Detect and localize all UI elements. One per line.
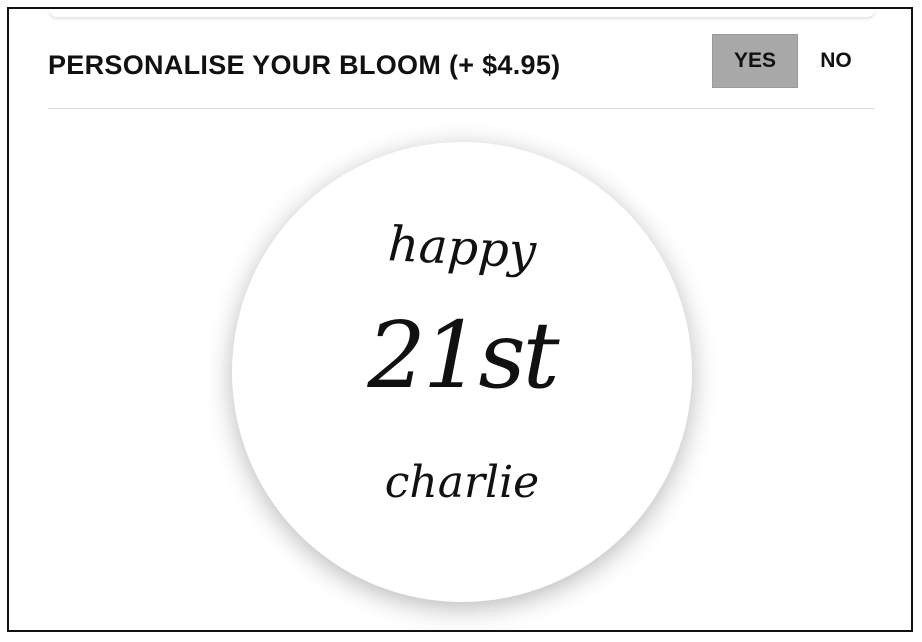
- message-line-2: 21st: [367, 302, 559, 409]
- yes-button[interactable]: YES: [712, 34, 798, 88]
- personalise-panel: PERSONALISE YOUR BLOOM (+ $4.95) YES NO …: [7, 7, 913, 632]
- message-preview-circle: happy 21st charlie: [232, 142, 692, 602]
- personalise-title: PERSONALISE YOUR BLOOM (+ $4.95): [48, 50, 561, 80]
- message-line-1: happy: [386, 216, 538, 280]
- previous-section-edge: [49, 9, 875, 17]
- no-button[interactable]: NO: [798, 34, 874, 88]
- personalise-header: PERSONALISE YOUR BLOOM (+ $4.95) YES NO: [48, 34, 874, 109]
- message-line-3: charlie: [384, 457, 540, 508]
- personalise-toggle: YES NO: [712, 34, 874, 88]
